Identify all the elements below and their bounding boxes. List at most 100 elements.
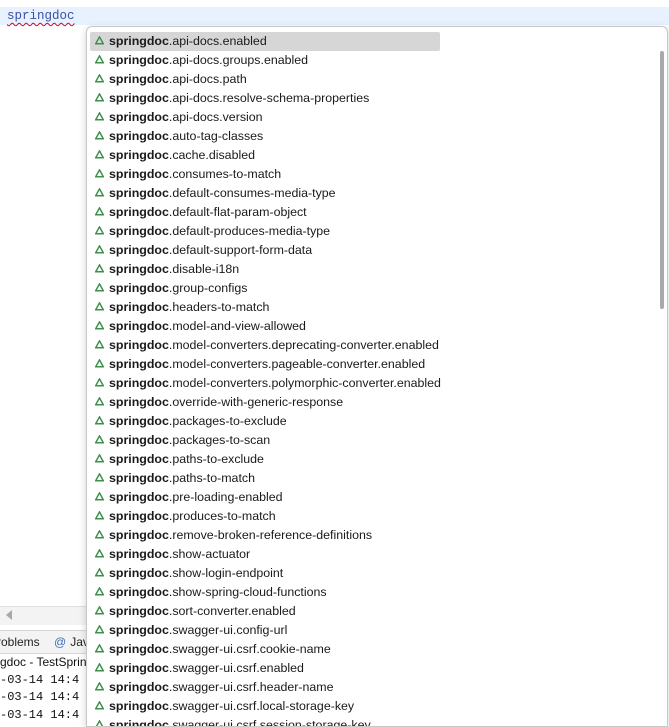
proposal-prefix: springdoc: [109, 509, 169, 523]
scroll-left-arrow-icon[interactable]: [6, 610, 12, 620]
proposal-suffix: .api-docs.resolve-schema-properties: [168, 91, 370, 105]
proposal-suffix: .show-spring-cloud-functions: [168, 585, 327, 599]
proposal-item[interactable]: springdoc.default-support-form-data: [87, 241, 655, 260]
proposal-suffix: .default-produces-media-type: [168, 224, 331, 238]
proposal-suffix: .model-converters.deprecating-converter.…: [168, 338, 439, 352]
property-triangle-icon: [95, 169, 104, 178]
proposal-item[interactable]: springdoc.auto-tag-classes: [87, 127, 655, 146]
proposal-item[interactable]: springdoc.group-configs: [87, 279, 655, 298]
property-triangle-icon: [95, 492, 104, 501]
proposal-prefix: springdoc: [109, 167, 169, 181]
proposal-item[interactable]: springdoc.model-and-view-allowed: [87, 317, 655, 336]
property-triangle-icon: [95, 663, 104, 672]
proposal-prefix: springdoc: [109, 262, 169, 276]
proposal-item[interactable]: springdoc.model-converters.polymorphic-c…: [87, 374, 655, 393]
proposal-prefix: springdoc: [109, 566, 169, 580]
proposal-suffix: .paths-to-match: [168, 471, 255, 485]
editor-horizontal-scrollbar[interactable]: [0, 606, 92, 625]
bottom-panel-tabs: roblems @ Jav: [0, 630, 92, 654]
proposal-suffix: .show-actuator: [168, 547, 251, 561]
proposal-suffix: .default-flat-param-object: [168, 205, 307, 219]
proposal-item[interactable]: springdoc.show-actuator: [87, 545, 655, 564]
property-triangle-icon: [95, 131, 104, 140]
tab-problems[interactable]: roblems: [0, 635, 40, 649]
proposal-item[interactable]: springdoc.swagger-ui.csrf.header-name: [87, 678, 655, 697]
proposal-prefix: springdoc: [109, 224, 169, 238]
proposal-suffix: .headers-to-match: [168, 300, 270, 314]
proposal-item[interactable]: springdoc.consumes-to-match: [87, 165, 655, 184]
proposal-item[interactable]: springdoc.swagger-ui.csrf.cookie-name: [87, 640, 655, 659]
tab-javadoc[interactable]: @ Jav: [54, 635, 89, 649]
proposal-item[interactable]: springdoc.default-consumes-media-type: [87, 184, 655, 203]
proposal-prefix: springdoc: [109, 680, 169, 694]
proposal-item[interactable]: springdoc.default-produces-media-type: [87, 222, 655, 241]
proposal-item[interactable]: springdoc.paths-to-exclude: [87, 450, 655, 469]
property-triangle-icon: [95, 606, 104, 615]
property-triangle-icon: [95, 188, 104, 197]
proposal-suffix: .default-support-form-data: [168, 243, 313, 257]
property-triangle-icon: [95, 625, 104, 634]
proposal-item[interactable]: springdoc.api-docs.path: [87, 70, 655, 89]
proposal-prefix: springdoc: [109, 376, 169, 390]
proposal-item[interactable]: springdoc.model-converters.deprecating-c…: [87, 336, 655, 355]
proposal-item[interactable]: springdoc.swagger-ui.csrf.session-storag…: [87, 716, 655, 726]
proposal-prefix: springdoc: [109, 642, 169, 656]
proposal-item[interactable]: springdoc.packages-to-exclude: [87, 412, 655, 431]
property-triangle-icon: [95, 530, 104, 539]
proposal-prefix: springdoc: [109, 699, 169, 713]
proposal-suffix: .api-docs.groups.enabled: [168, 53, 309, 67]
property-triangle-icon: [95, 720, 104, 726]
proposal-item[interactable]: springdoc.api-docs.enabled: [87, 32, 655, 51]
proposal-prefix: springdoc: [109, 357, 169, 371]
proposal-item[interactable]: springdoc.remove-broken-reference-defini…: [87, 526, 655, 545]
proposal-item[interactable]: springdoc.default-flat-param-object: [87, 203, 655, 222]
proposal-item[interactable]: springdoc.sort-converter.enabled: [87, 602, 655, 621]
proposal-suffix: .swagger-ui.csrf.header-name: [168, 680, 334, 694]
proposal-item[interactable]: springdoc.headers-to-match: [87, 298, 655, 317]
property-triangle-icon: [95, 511, 104, 520]
proposal-suffix: .pre-loading-enabled: [168, 490, 283, 504]
console-line: -03-14 14:4: [0, 708, 80, 722]
proposal-prefix: springdoc: [109, 205, 169, 219]
proposal-prefix: springdoc: [109, 585, 169, 599]
console-title: gdoc - TestSpring: [0, 655, 94, 669]
proposal-prefix: springdoc: [109, 604, 169, 618]
proposal-prefix: springdoc: [109, 110, 169, 124]
proposal-item[interactable]: springdoc.show-login-endpoint: [87, 564, 655, 583]
proposal-item[interactable]: springdoc.packages-to-scan: [87, 431, 655, 450]
proposal-item[interactable]: springdoc.api-docs.resolve-schema-proper…: [87, 89, 655, 108]
proposal-item[interactable]: springdoc.swagger-ui.csrf.local-storage-…: [87, 697, 655, 716]
proposal-item[interactable]: springdoc.model-converters.pageable-conv…: [87, 355, 655, 374]
proposal-prefix: springdoc: [109, 34, 169, 48]
proposal-prefix: springdoc: [109, 281, 169, 295]
proposal-prefix: springdoc: [109, 414, 169, 428]
proposal-item[interactable]: springdoc.pre-loading-enabled: [87, 488, 655, 507]
proposal-suffix: .swagger-ui.csrf.local-storage-key: [168, 699, 355, 713]
proposal-prefix: springdoc: [109, 623, 169, 637]
property-triangle-icon: [95, 283, 104, 292]
proposal-item[interactable]: springdoc.show-spring-cloud-functions: [87, 583, 655, 602]
proposal-item[interactable]: springdoc.disable-i18n: [87, 260, 655, 279]
proposal-suffix: .swagger-ui.csrf.enabled: [168, 661, 304, 675]
property-triangle-icon: [95, 74, 104, 83]
proposal-prefix: springdoc: [109, 53, 169, 67]
editor-typed-text[interactable]: springdoc: [7, 9, 75, 23]
proposal-prefix: springdoc: [109, 300, 169, 314]
proposal-item[interactable]: springdoc.override-with-generic-response: [87, 393, 655, 412]
proposal-item[interactable]: springdoc.paths-to-match: [87, 469, 655, 488]
popup-vertical-scrollbar-thumb[interactable]: [660, 51, 664, 309]
proposal-item[interactable]: springdoc.cache.disabled: [87, 146, 655, 165]
proposal-item[interactable]: springdoc.produces-to-match: [87, 507, 655, 526]
javadoc-at-icon: @: [54, 635, 67, 649]
proposal-suffix: .paths-to-exclude: [168, 452, 264, 466]
proposal-item[interactable]: springdoc.api-docs.version: [87, 108, 655, 127]
proposal-suffix: .model-converters.polymorphic-converter.…: [168, 376, 441, 390]
proposal-item[interactable]: springdoc.swagger-ui.config-url: [87, 621, 655, 640]
proposal-prefix: springdoc: [109, 319, 169, 333]
proposal-suffix: .override-with-generic-response: [168, 395, 344, 409]
proposal-item[interactable]: springdoc.api-docs.groups.enabled: [87, 51, 655, 70]
proposal-prefix: springdoc: [109, 395, 169, 409]
property-triangle-icon: [95, 473, 104, 482]
proposal-suffix: .auto-tag-classes: [168, 129, 264, 143]
proposal-item[interactable]: springdoc.swagger-ui.csrf.enabled: [87, 659, 655, 678]
